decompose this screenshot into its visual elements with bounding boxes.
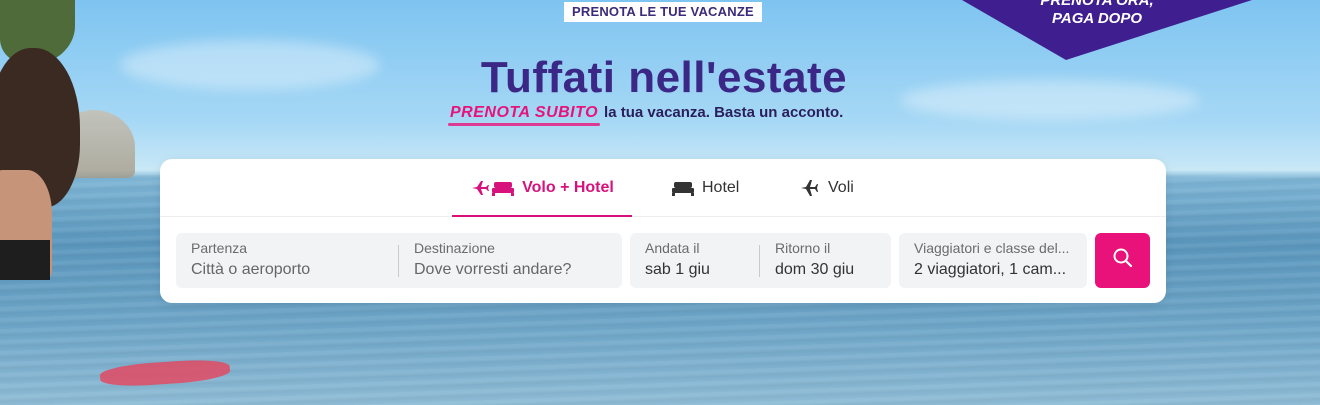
route-field-group: Partenza Città o aeroporto Destinazione … [176,233,622,288]
bed-icon [672,179,694,197]
outbound-label: Andata il [645,240,700,256]
departure-label: Partenza [191,240,248,256]
departure-input[interactable]: Città o aeroporto [191,261,310,279]
travellers-field[interactable]: Viaggiatori e classe del... 2 viaggiator… [899,233,1087,288]
outbound-date-field[interactable]: Andata il sab 1 giu [630,233,759,288]
tab-hotel[interactable]: Hotel [672,159,739,216]
plane-icon [800,179,820,197]
promo-text: PRENOTA ORA, PAGA DOPO [1022,0,1172,28]
destination-input[interactable]: Dove vorresti andare? [414,261,571,279]
outbound-value[interactable]: sab 1 giu [645,261,710,279]
background-swimmer [0,40,85,280]
return-date-field[interactable]: Ritorno il dom 30 giu [760,233,891,288]
search-icon [1112,247,1134,274]
hero-subtitle-text: la tua vacanza. Basta un acconto. [604,104,844,121]
travellers-label: Viaggiatori e classe del... [914,240,1070,256]
promo-line1: PRENOTA ORA, [1040,0,1154,9]
plane-bed-icon [470,179,515,197]
tab-label: Voli [828,178,854,196]
tab-label: Volo + Hotel [522,178,614,196]
background-cloud [120,40,380,90]
background-cloud [900,80,1200,120]
promo-line2: PAGA DOPO [1051,10,1142,27]
hero-highlight: PRENOTA SUBITO [450,104,599,121]
tab-label: Hotel [702,178,740,196]
destination-label: Destinazione [414,240,495,256]
return-label: Ritorno il [775,240,831,256]
product-tabs: Volo + Hotel Hotel Voli [160,159,1166,217]
travellers-value[interactable]: 2 viaggiatori, 1 cam... [914,261,1066,279]
tab-flight-hotel[interactable]: Volo + Hotel [452,159,632,217]
search-card: Volo + Hotel Hotel Voli Partenza Città o… [160,159,1166,303]
hero-title: Tuffati nell'estate [480,53,848,102]
hero-subtitle: PRENOTA SUBITO la tua vacanza. Basta un a… [450,104,843,122]
return-value[interactable]: dom 30 giu [775,261,854,279]
destination-field[interactable]: Destinazione Dove vorresti andare? [399,233,622,288]
dates-field-group: Andata il sab 1 giu Ritorno il dom 30 gi… [630,233,891,288]
departure-field[interactable]: Partenza Città o aeroporto [176,233,398,288]
tab-flights[interactable]: Voli [800,159,854,216]
search-button[interactable] [1095,233,1150,288]
top-badge: PRENOTA LE TUE VACANZE [564,2,762,22]
